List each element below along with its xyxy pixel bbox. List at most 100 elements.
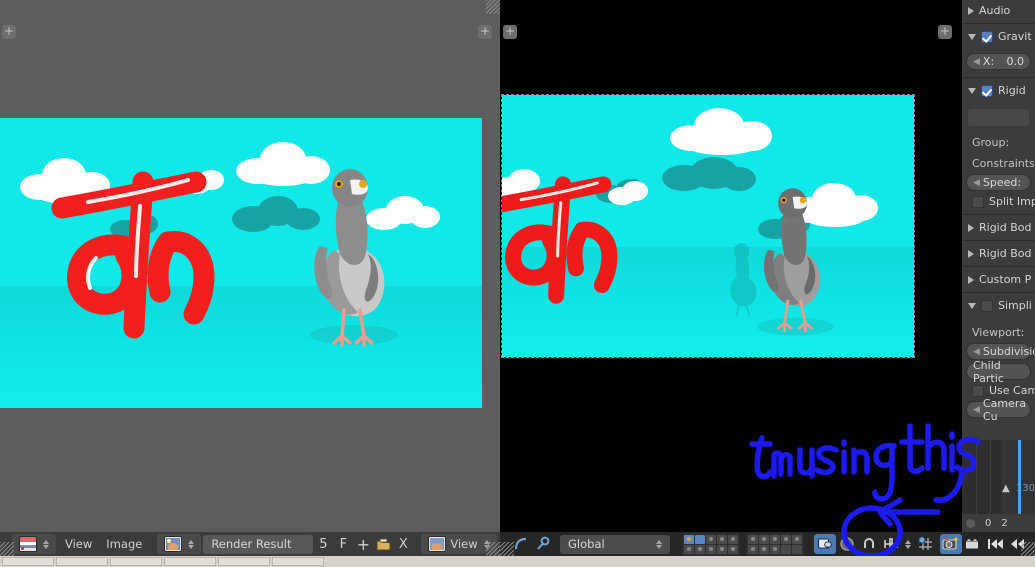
taskbar-item[interactable]: [56, 557, 108, 566]
taskbar-item[interactable]: [218, 557, 270, 566]
subdivision-field[interactable]: ◀ Subdivision: [966, 343, 1035, 360]
record-icon[interactable]: [966, 518, 975, 528]
chevron-left-icon[interactable]: ◀: [973, 178, 980, 188]
gravity-x-field[interactable]: ◀ X: 0.0: [966, 53, 1031, 70]
os-taskbar[interactable]: [0, 556, 1035, 567]
panel-label: Audio: [979, 4, 1011, 17]
chevron-left-icon[interactable]: ◀: [973, 405, 980, 415]
panel-header-rigid-body-cache[interactable]: Rigid Bod: [962, 217, 1035, 238]
orientation-spinner[interactable]: [656, 539, 662, 549]
image-datablock-icon: [164, 536, 183, 552]
right-toolshelf-add-icon[interactable]: [503, 25, 517, 39]
image-editor-header[interactable]: View Image Render Result 5 F + X View: [0, 532, 524, 556]
new-image-button[interactable]: +: [353, 534, 373, 554]
menu-view[interactable]: View: [58, 534, 99, 554]
area-corner-grip[interactable]: [486, 0, 500, 14]
fake-user-button[interactable]: F: [333, 534, 353, 554]
triangle-right-icon: [968, 275, 974, 284]
taskbar-item[interactable]: [272, 557, 324, 566]
rigid-body-checkbox[interactable]: [981, 84, 993, 97]
panel-label: Rigid: [998, 84, 1026, 97]
timeline-editor[interactable]: ▲ 130 0 2: [962, 440, 1035, 532]
render-slot-number[interactable]: 5: [313, 534, 333, 554]
gravity-checkbox[interactable]: [981, 30, 993, 43]
split-impulse-checkbox[interactable]: [972, 195, 984, 208]
row-label: Constraints:: [972, 157, 1035, 170]
proportional-edit-icon[interactable]: [880, 534, 902, 554]
camera-cull-field[interactable]: ◀ Camera Cu: [966, 397, 1031, 423]
render-link-icon[interactable]: [814, 534, 836, 554]
blender-window: Audio Gravit ◀ X: 0.0 Rigid Group:: [0, 0, 1035, 567]
viewport-header[interactable]: Global: [500, 532, 1035, 556]
panel-header-gravity[interactable]: Gravit: [962, 26, 1035, 47]
pin-icon[interactable]: [532, 534, 554, 554]
field-label: X:: [982, 55, 995, 68]
chevron-left-icon[interactable]: ◀: [973, 347, 980, 357]
shading-mode-icon[interactable]: [836, 534, 858, 554]
taskbar-item[interactable]: [164, 557, 216, 566]
editor-type-spinner[interactable]: [43, 539, 49, 549]
datablock-name: Render Result: [211, 537, 292, 551]
taskbar-item[interactable]: [2, 557, 54, 566]
label-constraints: Constraints:: [962, 153, 1035, 174]
chevron-left-icon[interactable]: ◀: [973, 57, 980, 67]
datablock-spinner[interactable]: [188, 539, 195, 549]
proportional-spinner[interactable]: [905, 539, 911, 549]
empty-field[interactable]: [968, 109, 1029, 126]
area-corner-grip[interactable]: [486, 542, 500, 556]
triangle-right-icon: [968, 249, 974, 258]
right-sidebar-add-icon[interactable]: [938, 25, 952, 39]
image-editor-area[interactable]: [0, 0, 500, 532]
label-viewport: Viewport:: [962, 322, 1035, 343]
child-particles-field[interactable]: Child Partic: [966, 359, 1031, 385]
split-impulse-row[interactable]: Split Imp: [962, 191, 1035, 212]
properties-panel[interactable]: Audio Gravit ◀ X: 0.0 Rigid Group: Const…: [962, 0, 1035, 440]
panel-header-rigid-body-world[interactable]: Rigid: [962, 80, 1035, 101]
timeline-body[interactable]: ▲ 130: [962, 440, 1035, 514]
panel-header-audio[interactable]: Audio: [962, 0, 1035, 21]
timeline-playhead[interactable]: [1018, 440, 1021, 514]
use-camera-row[interactable]: Use Cam: [962, 380, 1035, 401]
render-animation-icon[interactable]: [962, 534, 984, 554]
panel-header-custom-props[interactable]: Custom P: [962, 269, 1035, 290]
open-folder-icon[interactable]: [373, 534, 393, 554]
triangle-down-icon: [968, 87, 976, 94]
editor-type-selector[interactable]: [12, 534, 56, 554]
left-sidebar-add-icon[interactable]: [478, 25, 492, 39]
row-label: Viewport:: [972, 326, 1025, 339]
panel-header-rigid-body-field[interactable]: Rigid Bod: [962, 243, 1035, 264]
red-devanagari-ka-sculpture: [502, 176, 618, 304]
menu-label: Image: [106, 537, 143, 551]
timeline-marker-icon[interactable]: ▲: [1002, 483, 1010, 494]
triangle-down-icon: [968, 33, 976, 40]
panel-label: Gravit: [998, 30, 1032, 43]
snap-magnet-icon[interactable]: [858, 534, 880, 554]
taskbar-item[interactable]: [110, 557, 162, 566]
area-corner-grip[interactable]: [500, 542, 514, 556]
transform-orientation-select[interactable]: Global: [560, 534, 670, 554]
area-corner-grip[interactable]: [0, 542, 14, 556]
panel-label: Simpli: [998, 299, 1032, 312]
snap-grid-icon[interactable]: [914, 534, 936, 554]
image-datablock-selector[interactable]: [157, 534, 202, 554]
timeline-footer[interactable]: 0 2: [962, 514, 1035, 532]
datablock-name-field[interactable]: Render Result: [203, 534, 314, 554]
unlink-image-button[interactable]: X: [393, 534, 413, 554]
menu-image[interactable]: Image: [99, 534, 149, 554]
render-camera-icon[interactable]: [940, 534, 962, 554]
tick-label: 2: [1001, 517, 1008, 529]
divider: [962, 77, 1035, 78]
red-devanagari-ka-sculpture: [51, 171, 215, 339]
simplify-checkbox[interactable]: [981, 299, 993, 312]
scene-layers-grid-a[interactable]: [682, 532, 740, 556]
speed-field[interactable]: ◀ Speed:: [966, 174, 1031, 191]
scene-layers-grid-b[interactable]: [746, 532, 804, 556]
timeline-out-of-range: [962, 440, 1002, 514]
image-editor-icon: [19, 536, 37, 552]
use-camera-checkbox[interactable]: [972, 384, 984, 397]
jump-to-start-icon[interactable]: [984, 534, 1006, 554]
left-toolshelf-add-icon[interactable]: [2, 25, 16, 39]
viewport-area[interactable]: [500, 0, 960, 532]
panel-header-simplify[interactable]: Simpli: [962, 295, 1035, 316]
area-corner-grip[interactable]: [1021, 542, 1035, 556]
